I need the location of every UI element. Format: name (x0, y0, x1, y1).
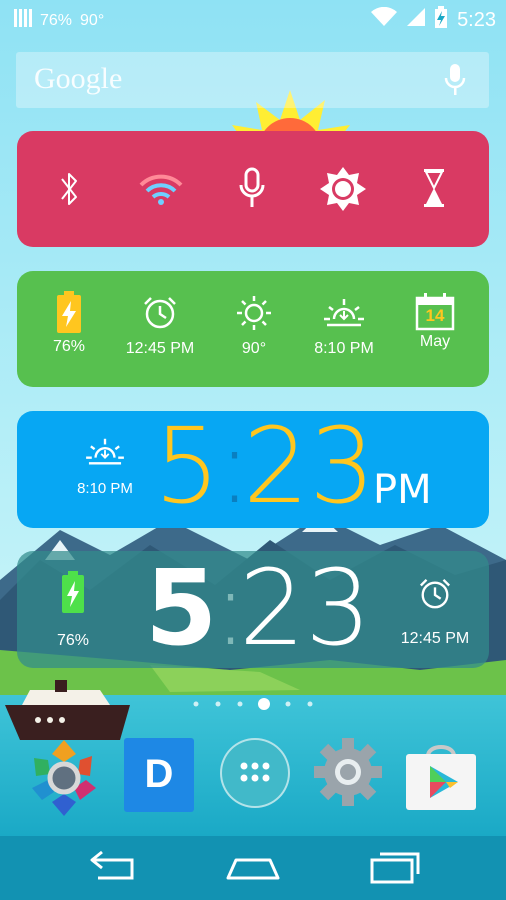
bluetooth-toggle[interactable] (54, 169, 84, 214)
clock-widget-teal[interactable]: 76% 5 : 23 12:45 PM (17, 547, 489, 669)
page-dot (215, 701, 221, 707)
google-search-bar[interactable]: Google (16, 52, 489, 108)
wifi-icon (139, 174, 183, 205)
clock-ampm: PM (373, 467, 432, 513)
dashclock-letter: D (144, 752, 174, 796)
brightness-icon (320, 167, 366, 211)
battery-item: 76% (51, 571, 95, 650)
alarm-label: 12:45 PM (125, 340, 195, 357)
status-bar: 76% 90° 5:23 (0, 0, 506, 36)
page-dot (285, 701, 291, 707)
page-dot (237, 701, 243, 707)
battery-icon (57, 291, 81, 333)
dashclock-app-icon[interactable]: D (124, 738, 194, 812)
status-temperature: 90° (80, 11, 105, 29)
dock: D (0, 734, 506, 816)
clock-minutes: 23 (243, 405, 376, 527)
home-icon (226, 858, 280, 880)
microphone-toggle[interactable] (238, 167, 266, 214)
navigation-bar (0, 836, 506, 900)
wifi-status-icon (371, 6, 398, 33)
alarm-label: 12:45 PM (400, 630, 470, 647)
page-dot-current (258, 698, 270, 710)
back-button[interactable] (84, 850, 140, 886)
sunset-label: 8:10 PM (314, 340, 374, 357)
clock-hour: 5 (145, 547, 218, 669)
recent-apps-icon (370, 852, 420, 884)
home-button[interactable] (224, 850, 282, 886)
page-dot (307, 701, 313, 707)
app-drawer-button[interactable] (220, 738, 290, 808)
wifi-toggle[interactable] (138, 173, 184, 212)
sunset-time-label: 8:10 PM (77, 480, 133, 497)
settings-app-icon[interactable] (312, 736, 384, 808)
info-widget: 76% 12:45 PM 90° 8:10 PM 14 May (17, 271, 489, 387)
hourglass-icon (424, 169, 444, 207)
clock-hour: 5 (154, 405, 221, 527)
sunset-icon (86, 438, 124, 465)
battery-icon (62, 571, 84, 613)
recent-apps-button[interactable] (366, 848, 424, 886)
weather-item[interactable]: 90° (229, 295, 279, 358)
battery-label: 76% (52, 338, 86, 355)
sun-icon (237, 296, 271, 330)
sunset-icon (324, 299, 364, 327)
status-time: 5:23 (457, 8, 496, 31)
back-icon (90, 850, 134, 880)
clock-minutes: 23 (239, 547, 372, 669)
calendar-icon: 14 (415, 293, 455, 331)
alarm-icon (144, 297, 176, 329)
toggles-widget (17, 131, 489, 247)
photos-app-icon[interactable] (24, 738, 104, 818)
alarm-icon (419, 578, 451, 609)
battery-status-icon (435, 6, 448, 34)
timeout-toggle[interactable] (420, 167, 448, 214)
battery-item[interactable]: 76% (41, 291, 97, 356)
clock-widget-blue[interactable]: 8:10 PM 5 : 23 PM (17, 405, 489, 528)
signal-status-icon (407, 7, 426, 33)
voice-search-icon[interactable] (443, 64, 467, 101)
calendar-month-label: May (419, 333, 451, 350)
alarm-item[interactable]: 12:45 PM (115, 295, 205, 358)
status-battery-percent: 76% (40, 11, 73, 29)
sunset-item[interactable]: 8:10 PM (307, 295, 381, 358)
next-sunset: 8:10 PM (73, 435, 137, 497)
page-indicator (190, 696, 320, 712)
apps-grid-icon (240, 762, 270, 782)
page-dot (193, 701, 199, 707)
google-logo: Google (34, 62, 123, 95)
brightness-toggle[interactable] (320, 167, 366, 216)
microphone-icon (239, 167, 265, 207)
notification-bars-icon (14, 8, 32, 33)
calendar-item[interactable]: 14 May (409, 293, 461, 351)
play-store-app-icon[interactable] (402, 738, 480, 812)
alarm-item: 12:45 PM (395, 577, 475, 648)
battery-label: 76% (56, 632, 90, 649)
calendar-day: 14 (425, 306, 445, 325)
bluetooth-icon (61, 173, 77, 205)
temperature-label: 90° (241, 340, 267, 357)
